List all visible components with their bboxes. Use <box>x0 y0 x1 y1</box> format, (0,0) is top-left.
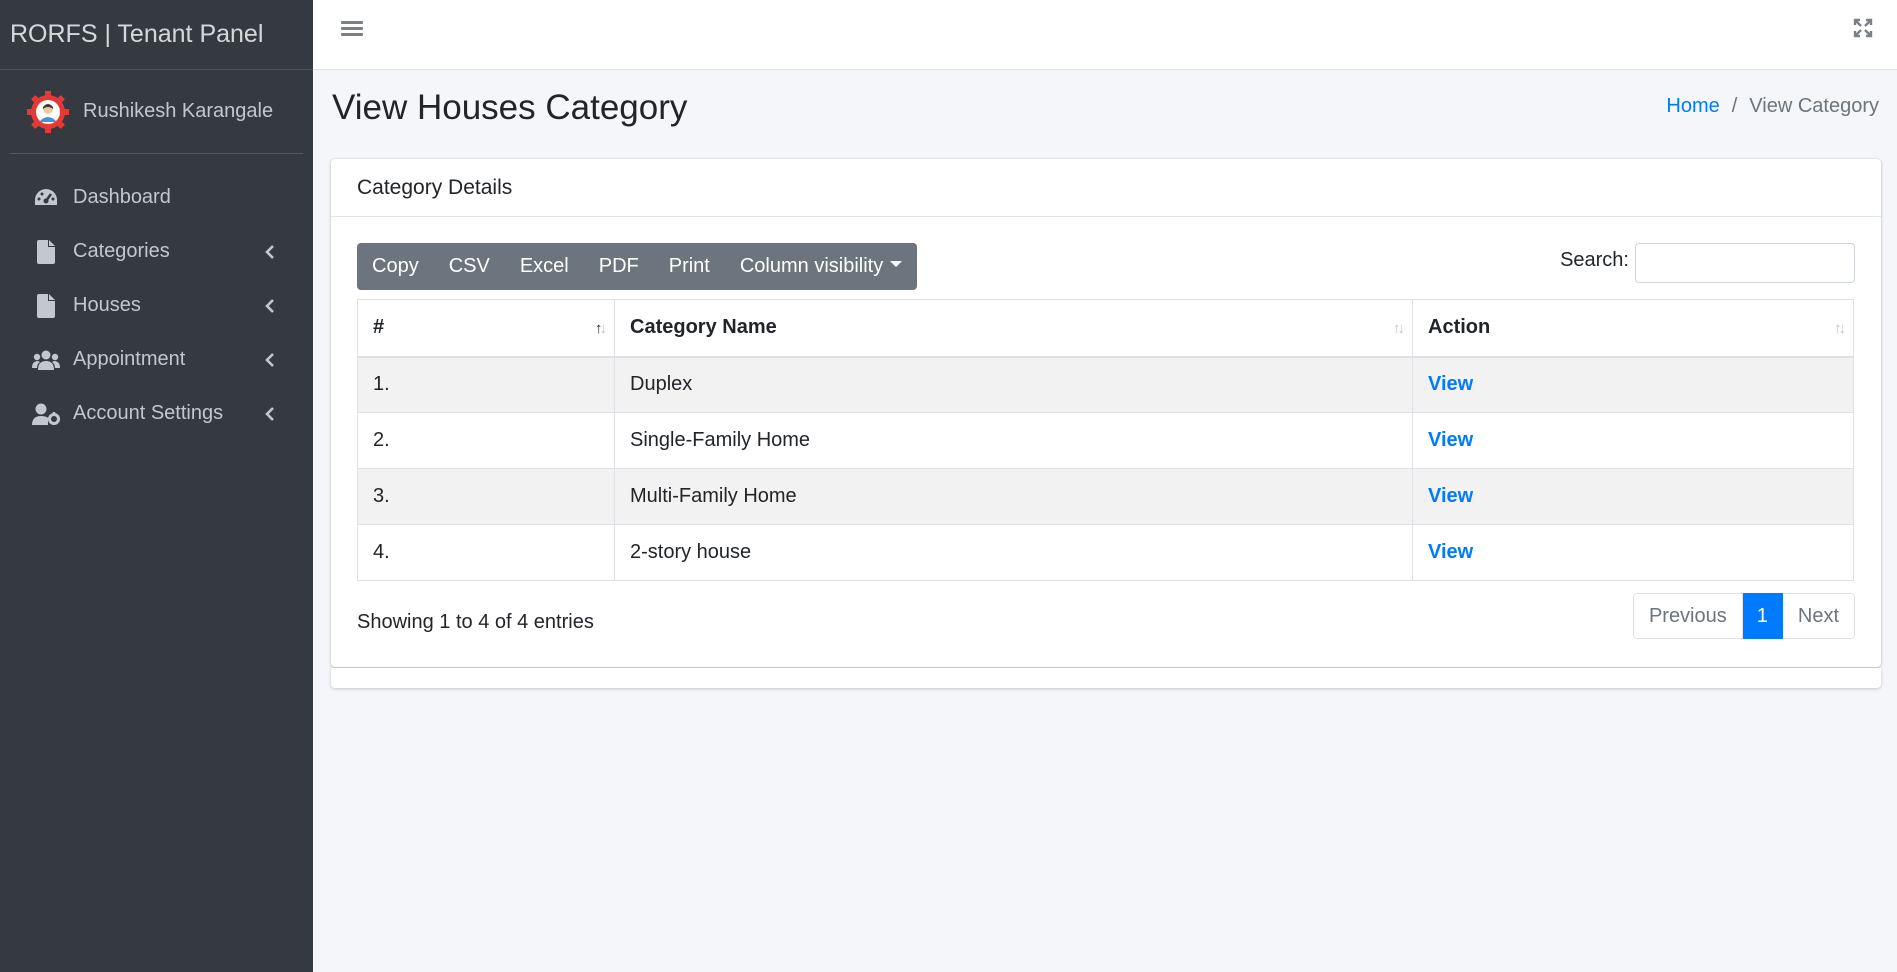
user-panel: Rushikesh Karangale <box>10 70 303 154</box>
column-header-action[interactable]: Action ↑↓ <box>1412 299 1854 358</box>
csv-button[interactable]: CSV <box>434 243 505 290</box>
user-gear-avatar-icon <box>27 90 69 133</box>
sort-ascending-icon: ↑↓ <box>595 320 607 337</box>
table-row: 2. Single-Family Home View <box>357 412 1854 469</box>
table-info: Showing 1 to 4 of 4 entries <box>357 611 594 633</box>
hamburger-menu-icon[interactable] <box>341 18 363 40</box>
sidebar-item-dashboard[interactable]: Dashboard <box>10 172 303 223</box>
table-row: 3. Multi-Family Home View <box>357 468 1854 525</box>
table-header-row: # ↑↓ Category Name ↑↓ Action ↑↓ <box>357 299 1854 358</box>
table-row: 1. Duplex View <box>357 356 1854 413</box>
action-cell: View <box>1412 412 1854 469</box>
brand-title[interactable]: RORFS | Tenant Panel <box>0 0 313 70</box>
page-title: View Houses Category <box>332 88 688 127</box>
sidebar-item-label: Account Settings <box>73 402 224 424</box>
avatar[interactable] <box>26 90 70 134</box>
caret-down-icon <box>890 260 903 267</box>
action-cell: View <box>1412 356 1854 413</box>
sidebar-item-label: Houses <box>73 294 141 316</box>
category-details-card: Category Details Copy CSV Excel PDF Prin… <box>331 159 1881 667</box>
chevron-left-icon <box>263 298 277 313</box>
action-cell: View <box>1412 468 1854 525</box>
user-name[interactable]: Rushikesh Karangale <box>83 100 273 123</box>
sidebar-item-appointment[interactable]: Appointment <box>10 334 303 385</box>
category-table: # ↑↓ Category Name ↑↓ Action ↑↓ 1. Duple… <box>357 299 1854 581</box>
category-name-cell: Multi-Family Home <box>614 468 1413 525</box>
breadcrumb-current: View Category <box>1749 95 1879 117</box>
search-label: Search: <box>1560 249 1629 271</box>
action-cell: View <box>1412 524 1854 581</box>
next-page-button[interactable]: Next <box>1782 593 1855 639</box>
sidebar-item-categories[interactable]: Categories <box>10 226 303 277</box>
column-visibility-button[interactable]: Column visibility <box>725 243 917 290</box>
table-row: 4. 2-story house View <box>357 524 1854 581</box>
page-1-button[interactable]: 1 <box>1742 593 1783 639</box>
sort-icon: ↑↓ <box>1834 320 1846 337</box>
excel-button[interactable]: Excel <box>505 243 584 290</box>
users-icon <box>32 347 60 373</box>
breadcrumb: Home / View Category <box>1666 95 1879 118</box>
column-header-label: Action <box>1428 316 1491 339</box>
sidebar-item-houses[interactable]: Houses <box>10 280 303 331</box>
pdf-button[interactable]: PDF <box>584 243 654 290</box>
view-link[interactable]: View <box>1428 541 1473 563</box>
column-header-label: # <box>373 316 385 339</box>
export-button-group: Copy CSV Excel PDF Print Column visibili… <box>357 243 918 290</box>
fullscreen-expand-icon[interactable] <box>1853 18 1875 40</box>
column-visibility-label: Column visibility <box>739 255 884 277</box>
top-navbar <box>313 0 1897 70</box>
chevron-left-icon <box>263 406 277 421</box>
sidebar-nav: Dashboard Categories Houses Appointment … <box>0 172 313 439</box>
search-input[interactable] <box>1635 243 1855 283</box>
user-cog-icon <box>32 401 60 427</box>
file-icon <box>32 293 60 319</box>
sidebar-item-account-settings[interactable]: Account Settings <box>10 388 303 439</box>
sidebar-item-label: Categories <box>73 240 170 262</box>
card-footer-strip <box>331 668 1881 688</box>
copy-button[interactable]: Copy <box>357 243 434 290</box>
sort-icon: ↑↓ <box>1393 320 1405 337</box>
breadcrumb-home-link[interactable]: Home <box>1666 95 1719 118</box>
view-link[interactable]: View <box>1428 373 1473 395</box>
category-name-cell: Single-Family Home <box>614 412 1413 469</box>
sidebar-item-label: Appointment <box>73 348 186 370</box>
column-header-number[interactable]: # ↑↓ <box>357 299 615 358</box>
chevron-left-icon <box>263 352 277 367</box>
pagination: Previous 1 Next <box>1632 593 1855 639</box>
view-link[interactable]: View <box>1428 485 1473 507</box>
row-number: 4. <box>357 524 615 581</box>
row-number: 1. <box>357 356 615 413</box>
sidebar-item-label: Dashboard <box>73 186 171 208</box>
breadcrumb-separator: / <box>1731 95 1738 117</box>
row-number: 2. <box>357 412 615 469</box>
view-link[interactable]: View <box>1428 429 1473 451</box>
category-name-cell: 2-story house <box>614 524 1413 581</box>
card-title: Category Details <box>331 159 1881 217</box>
tachometer-icon <box>32 185 60 211</box>
file-icon <box>32 239 60 265</box>
column-header-category-name[interactable]: Category Name ↑↓ <box>614 299 1413 358</box>
column-header-label: Category Name <box>630 316 777 339</box>
category-name-cell: Duplex <box>614 356 1413 413</box>
sidebar: RORFS | Tenant Panel Rushikesh Karangale… <box>0 0 313 972</box>
row-number: 3. <box>357 468 615 525</box>
chevron-left-icon <box>263 244 277 259</box>
previous-page-button[interactable]: Previous <box>1632 593 1743 639</box>
print-button[interactable]: Print <box>654 243 725 290</box>
